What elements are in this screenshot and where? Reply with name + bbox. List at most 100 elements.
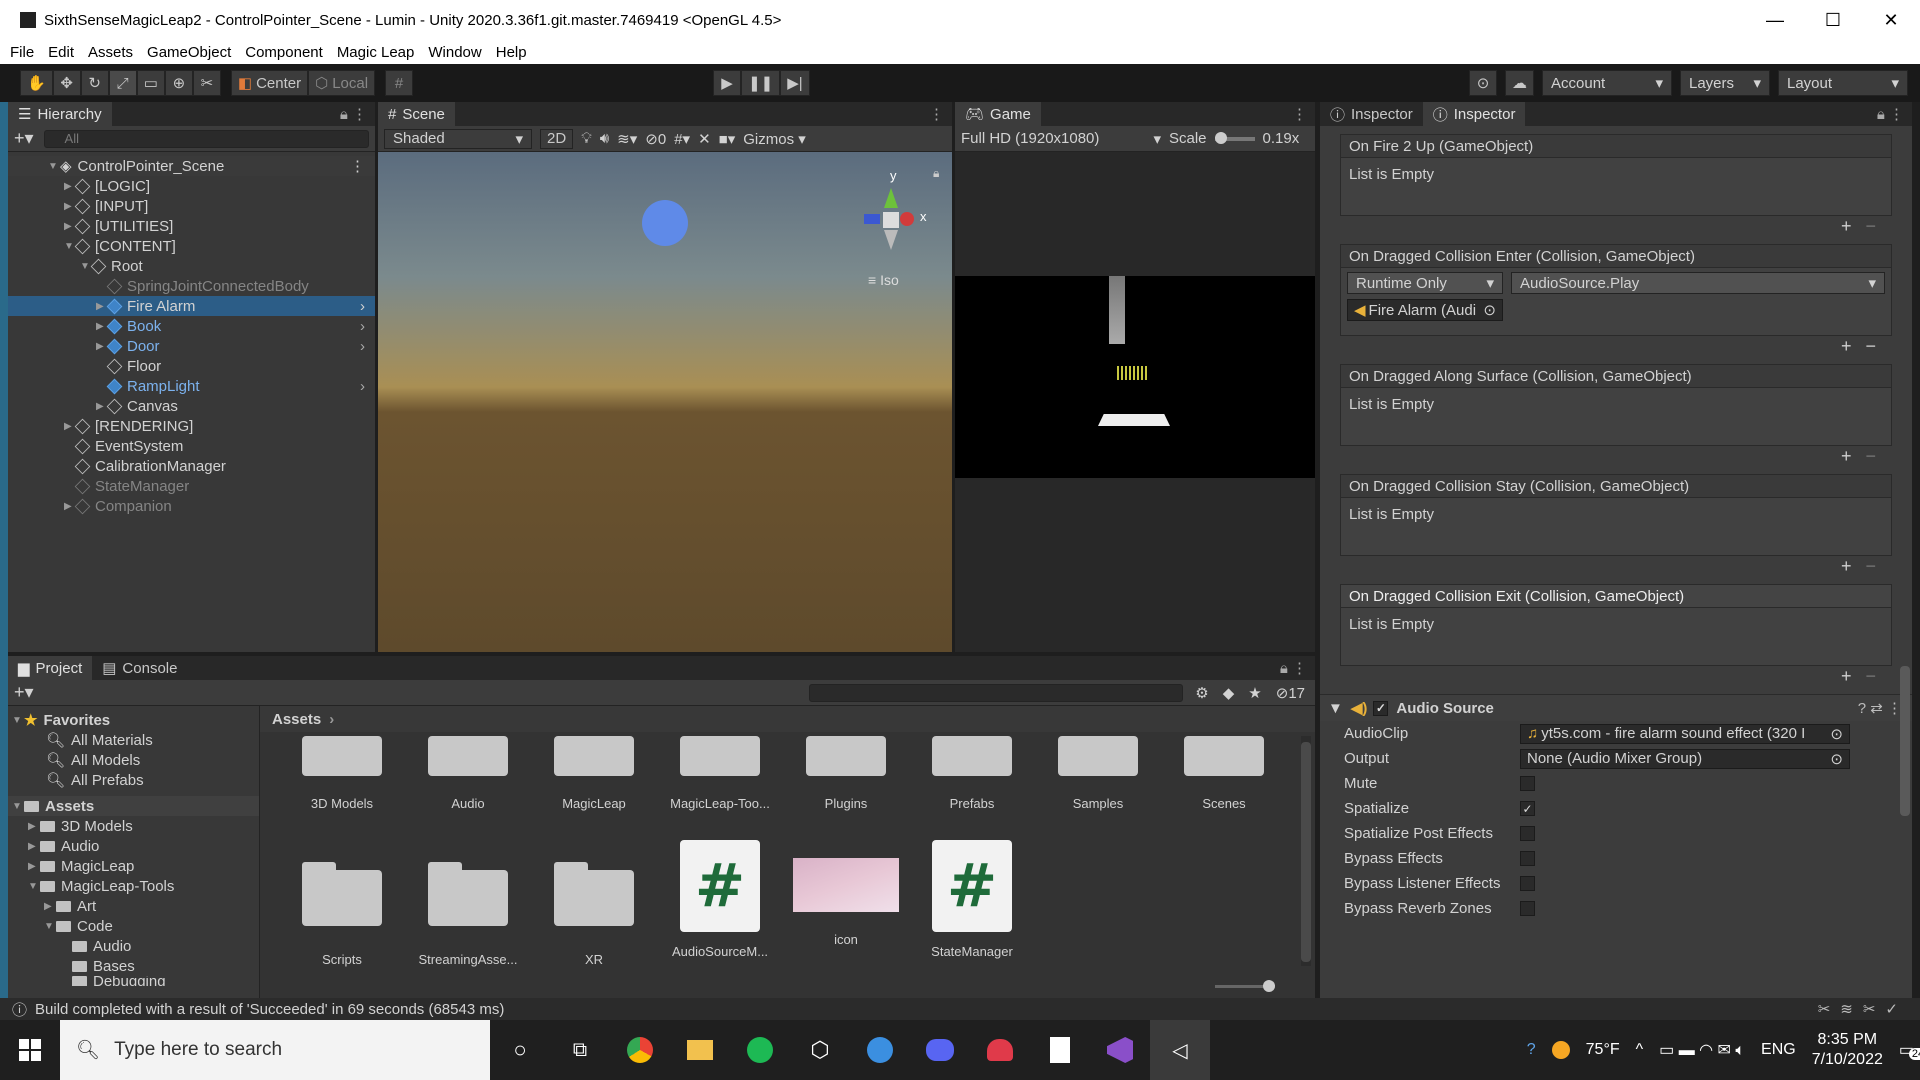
breadcrumb-assets[interactable]: Assets: [272, 711, 321, 728]
asset-texture[interactable]: icon: [786, 840, 906, 947]
clock[interactable]: 8:35 PM 7/10/2022: [1812, 1030, 1883, 1070]
object-picker-icon[interactable]: ⊙: [1830, 725, 1843, 743]
status-message[interactable]: Build completed with a result of 'Succee…: [35, 1001, 504, 1018]
maximize-button[interactable]: ☐: [1804, 10, 1862, 31]
hierarchy-item[interactable]: ▶ Door ›: [8, 336, 375, 356]
tree-folder[interactable]: ▼ MagicLeap-Tools: [8, 876, 259, 896]
asset-script[interactable]: # StateManager: [912, 840, 1032, 959]
asset-folder[interactable]: Samples: [1038, 736, 1158, 811]
cloud-icon[interactable]: ☁: [1505, 70, 1534, 96]
tab-hierarchy[interactable]: ☰ Hierarchy: [8, 102, 112, 126]
effects-icon[interactable]: ≋▾: [617, 130, 637, 148]
component-menu-icon[interactable]: ? ⇄ ⋮: [1858, 699, 1902, 717]
menu-component[interactable]: Component: [245, 44, 323, 61]
tree-folder[interactable]: ▶ MagicLeap: [8, 856, 259, 876]
collab-icon[interactable]: ⊙: [1469, 70, 1497, 96]
discord-icon[interactable]: [910, 1020, 970, 1080]
help-icon[interactable]: ?: [1527, 1041, 1536, 1059]
gizmo-lock-icon[interactable]: 🔒︎: [933, 166, 939, 181]
gizmo-neg-y-cone[interactable]: [884, 230, 898, 250]
tree-folder[interactable]: ▶ Audio: [8, 836, 259, 856]
chevron-right-icon[interactable]: ›: [360, 318, 365, 335]
filter-label-icon[interactable]: ◆: [1223, 684, 1235, 702]
pause-button[interactable]: ❚❚: [741, 70, 781, 96]
hierarchy-item[interactable]: ▼ Root: [8, 256, 375, 276]
component-enabled-checkbox[interactable]: ✓: [1373, 700, 1389, 716]
unity-editor-icon[interactable]: ◁: [1150, 1020, 1210, 1080]
asset-folder[interactable]: MagicLeap: [534, 736, 654, 811]
tree-folder[interactable]: ▼ Code: [8, 916, 259, 936]
scene-viewport[interactable]: y x 🔒︎ ≡ Iso: [378, 152, 952, 652]
weather-temp[interactable]: 75°F: [1586, 1041, 1620, 1059]
create-asset-button[interactable]: +▾: [14, 682, 34, 703]
tree-folder[interactable]: Debugging: [8, 976, 259, 986]
tray-icons[interactable]: ▭ ▬ ◠ ✉ 🔈︎: [1659, 1040, 1745, 1060]
hidden-packages-icon[interactable]: ⊘17: [1276, 684, 1305, 702]
hierarchy-item-selected[interactable]: ▶ Fire Alarm ›: [8, 296, 375, 316]
favorites-row[interactable]: ▼ ★ Favorites: [8, 710, 259, 730]
fav-item[interactable]: 🔍︎ All Models: [8, 750, 259, 770]
expand-icon[interactable]: ▶: [28, 841, 40, 852]
notification-icon[interactable]: ▭24: [1899, 1040, 1920, 1060]
output-field[interactable]: None (Audio Mixer Group) ⊙: [1520, 748, 1850, 769]
asset-folder[interactable]: Audio: [408, 736, 528, 811]
tab-project[interactable]: ▆ Project: [8, 656, 93, 680]
add-listener-button[interactable]: +: [1841, 666, 1852, 687]
projection-toggle[interactable]: ≡ Iso: [868, 272, 899, 288]
toggle-2d-button[interactable]: 2D: [540, 128, 574, 149]
hierarchy-item[interactable]: ▼ [CONTENT]: [8, 236, 375, 256]
gizmo-z-cone[interactable]: [864, 214, 880, 224]
chrome-icon[interactable]: [610, 1020, 670, 1080]
pivot-center-button[interactable]: ◧ Center: [230, 70, 309, 96]
asset-folder[interactable]: XR: [534, 862, 654, 967]
more-icon[interactable]: ⋮: [1292, 105, 1307, 123]
grid-snap-icon[interactable]: #: [385, 70, 414, 96]
task-view-icon[interactable]: ⧉: [550, 1020, 610, 1080]
more-icon[interactable]: ⋮: [350, 157, 365, 175]
audioclip-field[interactable]: ♫ yt5s.com - fire alarm sound effect (320…: [1520, 723, 1850, 744]
component-header[interactable]: ▼ ◀) ✓ Audio Source ? ⇄ ⋮: [1320, 695, 1912, 721]
shading-mode-dropdown[interactable]: Shaded ▾: [384, 128, 532, 149]
spotify-icon[interactable]: [730, 1020, 790, 1080]
menu-gameobject[interactable]: GameObject: [147, 44, 231, 61]
expand-icon[interactable]: ▼: [48, 161, 60, 172]
hierarchy-item[interactable]: EventSystem: [8, 436, 375, 456]
hierarchy-item[interactable]: ▶ [UTILITIES]: [8, 216, 375, 236]
icon-size-slider[interactable]: [1215, 980, 1275, 992]
target-object-field[interactable]: ◀ Fire Alarm (Audi ⊙: [1347, 299, 1503, 321]
function-dropdown[interactable]: AudioSource.Play ▾: [1511, 272, 1885, 294]
menu-file[interactable]: File: [10, 44, 34, 61]
menu-magic-leap[interactable]: Magic Leap: [337, 44, 415, 61]
close-button[interactable]: ✕: [1862, 10, 1920, 31]
remove-listener-button[interactable]: −: [1865, 336, 1876, 357]
remove-listener-button[interactable]: −: [1865, 556, 1876, 577]
gizmo-center-cube[interactable]: [883, 212, 899, 228]
audio-icon[interactable]: 🔊︎: [600, 130, 609, 147]
asset-folder[interactable]: Scenes: [1164, 736, 1284, 811]
custom-tool-icon[interactable]: ✂: [192, 70, 221, 96]
transform-tool-icon[interactable]: ⊕: [164, 70, 193, 96]
resolution-dropdown[interactable]: Full HD (1920x1080) ▾: [961, 129, 1161, 149]
hierarchy-item[interactable]: SpringJointConnectedBody: [8, 276, 375, 296]
tray-chevron-icon[interactable]: ^: [1636, 1041, 1644, 1059]
gizmos-dropdown[interactable]: Gizmos ▾: [743, 130, 806, 148]
fav-item[interactable]: 🔍︎ All Prefabs: [8, 770, 259, 790]
tab-inspector-2[interactable]: ⓘ Inspector: [1422, 102, 1526, 126]
taskbar-search-box[interactable]: 🔍︎ Type here to search: [60, 1020, 490, 1080]
remove-listener-button[interactable]: −: [1865, 446, 1876, 467]
layers-dropdown[interactable]: Layers ▾: [1680, 70, 1770, 96]
hierarchy-item[interactable]: ▶ Companion: [8, 496, 375, 516]
asset-script[interactable]: # AudioSourceM...: [660, 840, 780, 959]
collapse-icon[interactable]: ▼: [12, 715, 24, 726]
menu-help[interactable]: Help: [496, 44, 527, 61]
chevron-right-icon[interactable]: ›: [360, 298, 365, 315]
tools-icon[interactable]: ✕: [698, 130, 711, 148]
expand-icon[interactable]: ▶: [28, 821, 40, 832]
asset-grid-scrollbar[interactable]: [1301, 736, 1311, 966]
asset-folder[interactable]: Plugins: [786, 736, 906, 811]
hierarchy-item[interactable]: Floor: [8, 356, 375, 376]
unity-hub-icon[interactable]: ⬡: [790, 1020, 850, 1080]
file-explorer-icon[interactable]: [670, 1020, 730, 1080]
menu-edit[interactable]: Edit: [48, 44, 74, 61]
more-icon[interactable]: ⋮: [929, 105, 944, 123]
